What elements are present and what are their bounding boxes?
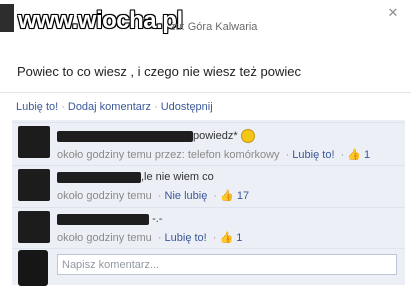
comment-time: około godziny temu przez: telefon komórk… [57,149,280,161]
watermark-text: www.wiocha.pl [18,7,183,34]
comment-text: powiedz* [193,129,238,142]
redacted-name [57,213,149,225]
divider [12,248,405,249]
separator-dot: · [213,190,218,202]
comment-line: ,le nie wiem co [57,171,214,183]
close-icon[interactable]: ✕ [383,3,403,23]
like-link[interactable]: Lubię to! [16,101,58,113]
location-label[interactable]: żu: Góra Kalwaria [170,21,257,33]
divider [12,165,405,166]
avatar[interactable] [18,169,50,201]
comment-line: -.- [57,213,162,225]
post-actions: Lubię to! · Dodaj komentarz · Udostępnij [16,101,213,113]
separator-dot: · [340,149,345,161]
poster-avatar[interactable] [0,4,14,32]
separator-dot: · [61,101,65,113]
divider [0,92,411,93]
comment-meta: około godziny temu · Nie lubię · 👍 17 [57,189,249,202]
redacted-name [57,130,193,142]
like-link[interactable]: Lubię to! [292,149,334,161]
separator-dot: · [285,149,290,161]
like-count[interactable]: 1 [236,232,242,244]
avatar[interactable] [18,211,50,243]
avatar [18,250,48,286]
avatar[interactable] [18,126,50,158]
separator-dot: · [154,101,158,113]
add-comment-link[interactable]: Dodaj komentarz [68,101,151,113]
comment-meta: około godziny temu przez: telefon komórk… [57,148,370,161]
separator-dot: · [157,232,162,244]
comment-time: około godziny temu [57,190,152,202]
comment-line: powiedz* [57,129,255,143]
comment-time: około godziny temu [57,232,152,244]
divider [12,122,405,123]
comment-text: -.- [152,213,163,225]
unlike-link[interactable]: Nie lubię [165,190,208,202]
like-link[interactable]: Lubię to! [165,232,207,244]
redacted-name [57,171,141,183]
comment-meta: około godziny temu · Lubię to! · 👍 1 [57,231,242,244]
comment-input[interactable]: Napisz komentarz... [57,254,397,275]
status-text: Powiec to co wiesz , i czego nie wiesz t… [17,64,301,79]
separator-dot: · [157,190,162,202]
thumbs-up-icon: 👍 [219,232,234,244]
share-link[interactable]: Udostępnij [161,101,213,113]
like-count[interactable]: 1 [364,149,370,161]
thumbs-up-icon: 👍 [347,149,361,161]
like-count[interactable]: 17 [237,190,249,202]
comment-text: ,le nie wiem co [141,171,214,183]
smiley-icon [240,129,255,143]
thumbs-up-icon: 👍 [220,190,234,202]
divider [12,207,405,208]
separator-dot: · [212,232,217,244]
